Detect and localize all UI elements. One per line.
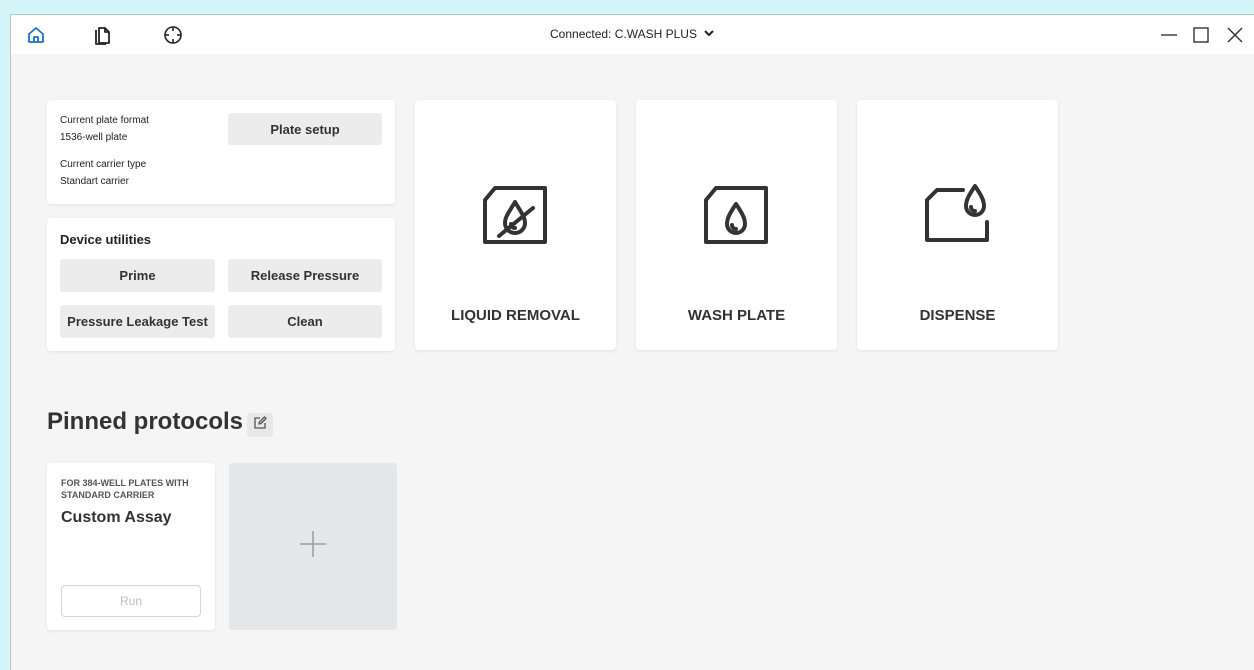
plate-format-label: Current plate format: [60, 115, 149, 126]
wash-plate-card[interactable]: WASH PLATE: [636, 100, 837, 350]
connection-status: Connected: C.WASH PLUS: [11, 27, 1254, 41]
title-bar: Connected: C.WASH PLUS: [11, 15, 1254, 54]
run-button[interactable]: Run: [61, 585, 201, 617]
close-icon[interactable]: [1223, 23, 1247, 47]
prime-button[interactable]: Prime: [60, 259, 215, 292]
carrier-type-label: Current carrier type: [60, 159, 147, 170]
minimize-icon[interactable]: [1157, 23, 1181, 47]
protocol-subtitle: FOR 384-WELL PLATES WITH STANDARD CARRIE…: [61, 478, 189, 500]
protocol-name: Custom Assay: [61, 509, 172, 526]
plate-format-value: 1536-well plate: [60, 132, 128, 143]
wash-plate-icon: [702, 184, 772, 251]
carrier-type-value: Standart carrier: [60, 176, 129, 187]
device-utilities-card: Device utilities Prime Release Pressure …: [47, 218, 395, 351]
liquid-removal-icon: [481, 184, 551, 251]
dispense-icon: [923, 182, 995, 249]
device-utilities-title: Device utilities: [60, 232, 152, 247]
plate-format-card: Current plate format 1536-well plate Cur…: [47, 100, 395, 204]
pinned-protocols-title: Pinned protocols: [47, 408, 244, 435]
dispense-label: DISPENSE: [919, 307, 996, 324]
edit-icon: [253, 415, 267, 435]
protocol-card[interactable]: FOR 384-WELL PLATES WITH STANDARD CARRIE…: [47, 463, 215, 630]
edit-pinned-button[interactable]: [247, 413, 273, 437]
connection-label: Connected: C.WASH PLUS: [550, 27, 697, 41]
release-pressure-button[interactable]: Release Pressure: [228, 259, 382, 292]
connection-dropdown[interactable]: Connected: C.WASH PLUS: [550, 27, 715, 41]
liquid-removal-card[interactable]: LIQUID REMOVAL: [415, 100, 616, 350]
plate-setup-button[interactable]: Plate setup: [228, 113, 382, 145]
plus-icon: [298, 529, 328, 564]
liquid-removal-label: LIQUID REMOVAL: [451, 307, 580, 324]
clean-button[interactable]: Clean: [228, 305, 382, 338]
wash-plate-label: WASH PLATE: [687, 307, 786, 324]
dispense-card[interactable]: DISPENSE: [857, 100, 1058, 350]
chevron-down-icon: [703, 27, 715, 41]
pressure-leakage-test-button[interactable]: Pressure Leakage Test: [60, 305, 215, 338]
maximize-icon[interactable]: [1189, 23, 1213, 47]
add-protocol-button[interactable]: [229, 463, 397, 630]
app-window: Connected: C.WASH PLUS Current plate for…: [10, 14, 1254, 670]
